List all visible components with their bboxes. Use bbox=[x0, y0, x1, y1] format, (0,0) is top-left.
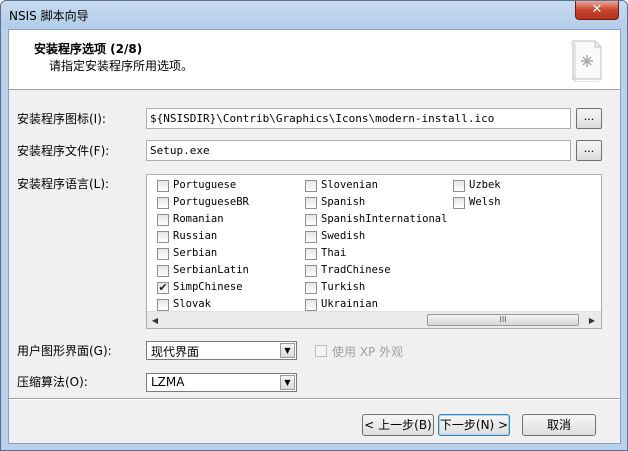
language-label: Spanish bbox=[321, 196, 366, 208]
wizard-header: 安装程序选项 (2/8) 请指定安装程序所用选项。 bbox=[9, 30, 620, 90]
back-button[interactable]: < 上一步(B) bbox=[362, 414, 434, 436]
checkbox-icon[interactable] bbox=[157, 214, 169, 226]
language-label: Swedish bbox=[321, 230, 366, 242]
xp-style-checkbox[interactable] bbox=[315, 345, 327, 357]
checkbox-icon[interactable] bbox=[157, 180, 169, 192]
title-bar[interactable]: NSIS 脚本向导 ✕ bbox=[1, 1, 627, 29]
ui-select-value: 现代界面 bbox=[151, 345, 200, 359]
checkbox-icon[interactable] bbox=[305, 299, 317, 311]
window-title: NSIS 脚本向导 bbox=[9, 9, 89, 23]
checkbox-icon[interactable] bbox=[305, 214, 317, 226]
page-subtitle: 请指定安装程序所用选项。 bbox=[49, 59, 194, 73]
icon-label: 安装程序图标(I): bbox=[17, 112, 106, 126]
language-label: Romanian bbox=[173, 213, 224, 225]
checkbox-checked-icon[interactable]: ✔ bbox=[157, 282, 169, 294]
compression-label: 压缩算法(O): bbox=[17, 375, 88, 389]
language-label: Russian bbox=[173, 230, 218, 242]
language-label: SpanishInternational bbox=[321, 213, 448, 225]
language-list[interactable]: Portuguese Slovenian Uzbek PortugueseBR Span… bbox=[146, 174, 602, 329]
checkbox-icon[interactable] bbox=[453, 197, 465, 209]
checkbox-icon[interactable] bbox=[453, 180, 465, 192]
wizard-client-area: 安装程序选项 (2/8) 请指定安装程序所用选项。 安装程序图标(I): ${N… bbox=[8, 29, 621, 444]
language-label: TradChinese bbox=[321, 264, 391, 276]
language-label: Serbian bbox=[173, 247, 218, 259]
chevron-down-icon[interactable]: ▼ bbox=[280, 343, 295, 358]
checkbox-icon[interactable] bbox=[157, 265, 169, 277]
checkbox-icon[interactable] bbox=[305, 197, 317, 209]
file-label: 安装程序文件(F): bbox=[17, 144, 110, 158]
browse-file-button[interactable]: ... bbox=[576, 140, 602, 161]
checkbox-icon[interactable] bbox=[157, 248, 169, 260]
compression-select[interactable]: LZMA ▼ bbox=[146, 373, 297, 392]
installer-doc-icon bbox=[571, 40, 602, 82]
checkbox-icon[interactable] bbox=[305, 265, 317, 277]
xp-style-label: 使用 XP 外观 bbox=[332, 345, 404, 359]
close-button[interactable]: ✕ bbox=[575, 1, 619, 20]
language-label: Ukrainian bbox=[321, 298, 378, 310]
language-label: Slovenian bbox=[321, 179, 378, 191]
setup-file-input[interactable]: Setup.exe bbox=[146, 140, 571, 161]
language-label: Turkish bbox=[321, 281, 366, 293]
language-label: SerbianLatin bbox=[173, 264, 249, 276]
language-label: Slovak bbox=[173, 298, 211, 310]
checkbox-icon[interactable] bbox=[305, 231, 317, 243]
ui-select[interactable]: 现代界面 ▼ bbox=[146, 341, 297, 360]
ui-label: 用户图形界面(G): bbox=[17, 344, 112, 358]
checkbox-icon[interactable] bbox=[305, 282, 317, 294]
language-label: Thai bbox=[321, 247, 347, 259]
chevron-down-icon[interactable]: ▼ bbox=[280, 375, 295, 390]
language-label: Portuguese bbox=[173, 179, 237, 191]
wizard-window: NSIS 脚本向导 ✕ 安装程序选项 (2/8) 请指定安装程序所用选项。 安装… bbox=[0, 0, 628, 451]
scrollbar-thumb[interactable]: III bbox=[427, 314, 579, 326]
page-title: 安装程序选项 (2/8) bbox=[34, 42, 143, 56]
checkbox-icon[interactable] bbox=[157, 231, 169, 243]
compression-select-value: LZMA bbox=[151, 375, 185, 389]
footer-divider bbox=[9, 398, 620, 400]
checkbox-icon[interactable] bbox=[305, 180, 317, 192]
scroll-left-icon[interactable]: ◀ bbox=[147, 312, 163, 329]
scroll-right-icon[interactable]: ▶ bbox=[584, 312, 600, 329]
next-button[interactable]: 下一步(N) > bbox=[438, 414, 510, 436]
checkbox-icon[interactable] bbox=[305, 248, 317, 260]
checkbox-icon[interactable] bbox=[157, 197, 169, 209]
checkbox-icon[interactable] bbox=[157, 299, 169, 311]
language-label: 安装程序语言(L): bbox=[17, 177, 110, 191]
language-label: SimpChinese bbox=[173, 281, 243, 293]
language-label: PortugueseBR bbox=[173, 196, 249, 208]
horizontal-scrollbar[interactable]: ◀ III ▶ bbox=[147, 311, 601, 328]
icon-path-input[interactable]: ${NSISDIR}\Contrib\Graphics\Icons\modern… bbox=[146, 108, 571, 129]
language-label: Uzbek bbox=[469, 179, 501, 191]
language-label: Welsh bbox=[469, 196, 501, 208]
cancel-button[interactable]: 取消 bbox=[522, 414, 596, 436]
browse-icon-button[interactable]: ... bbox=[576, 108, 602, 129]
